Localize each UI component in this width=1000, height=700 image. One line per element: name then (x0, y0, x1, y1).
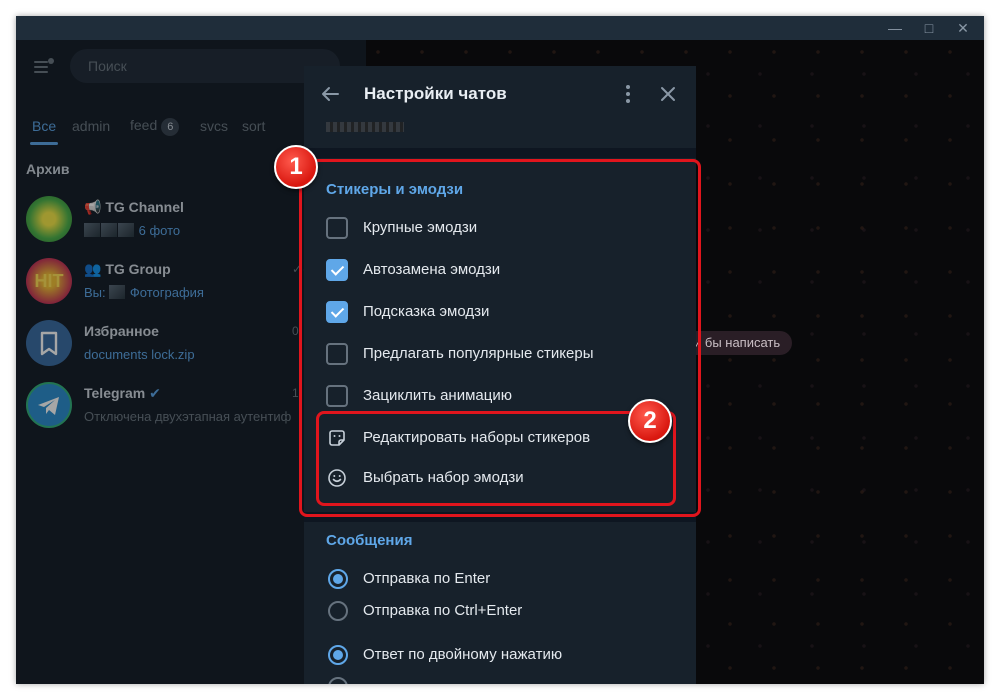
group-icon: 👥 (84, 261, 102, 277)
panel-title: Настройки чатов (364, 84, 507, 103)
title-bar: — □ ✕ (16, 16, 984, 40)
action-label: Выбрать набор эмодзи (363, 469, 524, 486)
checkbox[interactable] (326, 301, 348, 323)
menu-icon[interactable] (32, 56, 54, 78)
option-emoji-suggest[interactable]: Подсказка эмодзи (304, 292, 696, 332)
sticker-icon (326, 427, 348, 449)
chat-preview-prefix: Вы: (84, 285, 106, 300)
tab-active-indicator (30, 142, 58, 145)
checkbox[interactable] (326, 217, 348, 239)
checkbox[interactable] (326, 385, 348, 407)
avatar (26, 196, 72, 242)
radio-button[interactable] (328, 645, 348, 665)
step-marker-2: 2 (628, 399, 672, 443)
close-icon[interactable] (654, 80, 682, 108)
chat-settings-panel: Настройки чатов Стикеры и эмодзи Крупные… (304, 66, 696, 684)
search-input[interactable]: Поиск (70, 49, 340, 83)
option-label: Подсказка эмодзи (363, 303, 490, 320)
more-options-icon[interactable] (614, 80, 642, 108)
archive-label: Архив (26, 161, 70, 177)
chat-preview: documents lock.zip (84, 347, 195, 362)
chat-preview: Отключена двухэтапная аутентиф (84, 409, 292, 424)
option-send-by-ctrl-enter[interactable]: Отправка по Ctrl+Enter (304, 591, 696, 631)
smiley-icon (326, 467, 348, 489)
maximize-button[interactable]: □ (912, 16, 946, 40)
tab-feed[interactable]: feed 6 (130, 117, 180, 136)
telegram-logo-icon (26, 382, 72, 428)
tab-badge: 6 (161, 118, 180, 136)
option-label: Отправка по Ctrl+Enter (363, 602, 523, 619)
tab-all[interactable]: Все (32, 118, 56, 134)
step-marker-1: 1 (274, 145, 318, 189)
chat-preview: Фотография (129, 285, 204, 300)
tab-admin[interactable]: admin (72, 118, 110, 134)
radio-button[interactable] (328, 677, 348, 684)
section-title: Сообщения (326, 532, 413, 549)
close-window-button[interactable]: ✕ (946, 16, 980, 40)
verified-badge-icon: ✔ (149, 385, 161, 401)
option-label: Крупные эмодзи (363, 219, 478, 236)
checkbox[interactable] (326, 259, 348, 281)
chat-time: 1 (292, 386, 299, 400)
chat-hint-pill: и бы написать (680, 331, 793, 355)
radio-button[interactable] (328, 569, 348, 589)
scrolled-content-remnant (326, 122, 404, 132)
avatar: HIT (26, 258, 72, 304)
option-label: Ответ по двойному нажатию (363, 646, 563, 663)
stickers-emoji-section: Стикеры и эмодзи Крупные эмодзи Автозаме… (304, 158, 696, 512)
option-label: Автозамена эмодзи (363, 261, 501, 278)
option-emoji-autoreplace[interactable]: Автозамена эмодзи (304, 250, 696, 290)
section-title: Стикеры и эмодзи (326, 181, 464, 198)
tab-sort[interactable]: sort (242, 118, 265, 134)
minimize-button[interactable]: — (878, 16, 912, 40)
bookmark-icon (26, 320, 72, 366)
option-label: Зациклить анимацию (363, 387, 512, 404)
action-label: Редактировать наборы стикеров (363, 429, 591, 446)
back-arrow-icon[interactable] (316, 80, 344, 108)
option-label: Предлагать популярные стикеры (363, 345, 594, 362)
panel-header: Настройки чатов (304, 66, 696, 122)
option-large-emoji[interactable]: Крупные эмодзи (304, 208, 696, 248)
chat-time: 0 (292, 324, 299, 338)
option-next-partial[interactable] (304, 667, 696, 684)
checkbox[interactable] (326, 343, 348, 365)
megaphone-icon: 📢 (84, 199, 102, 215)
chat-name: Избранное (84, 323, 159, 339)
radio-button[interactable] (328, 601, 348, 621)
tab-svcs[interactable]: svcs (200, 118, 228, 134)
option-label: Отправка по Enter (363, 570, 491, 587)
chat-name: Telegram (84, 385, 146, 401)
messages-section: Сообщения Отправка по Enter Отправка по … (304, 522, 696, 684)
choose-emoji-set-button[interactable]: Выбрать набор эмодзи (304, 458, 696, 498)
chat-name: TG Group (105, 261, 171, 277)
chat-name: TG Channel (105, 199, 184, 215)
option-suggest-popular-stickers[interactable]: Предлагать популярные стикеры (304, 334, 696, 374)
chat-preview: 6 фото (138, 223, 181, 238)
